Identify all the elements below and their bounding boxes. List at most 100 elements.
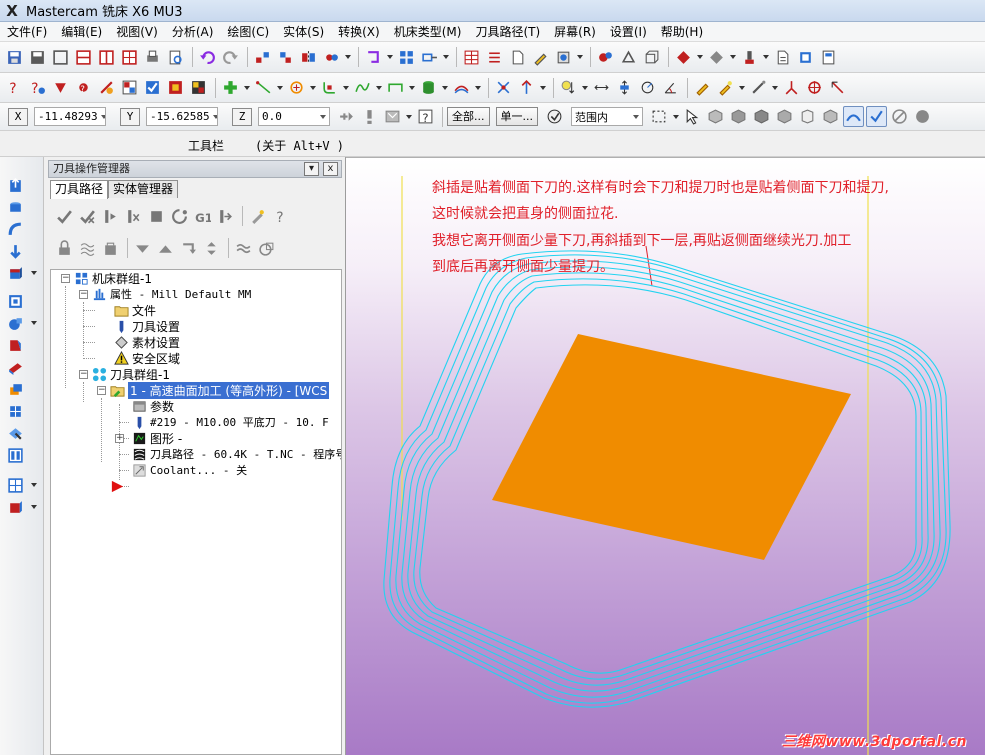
spline-dropdown[interactable] [375, 77, 382, 98]
create-point-icon[interactable] [220, 77, 241, 98]
tree-node-toolpath-group[interactable]: 刀具群组-1 [91, 366, 170, 382]
verify-icon[interactable] [169, 206, 189, 226]
chain-mode-icon[interactable] [843, 106, 864, 127]
light-dropdown[interactable] [581, 77, 588, 98]
select-method-dropdown[interactable] [672, 106, 679, 127]
layout-icon[interactable] [5, 445, 25, 465]
create-fillet-icon[interactable] [319, 77, 340, 98]
view-dropdown[interactable] [576, 47, 583, 68]
primitive-dropdown-arrow[interactable] [30, 269, 38, 277]
split-horizontal-icon[interactable] [73, 47, 94, 68]
boolean-add-icon[interactable] [5, 379, 25, 399]
save-icon[interactable] [4, 47, 25, 68]
rotate-icon[interactable] [275, 47, 296, 68]
tree-node-coolant[interactable]: Coolant... - 关 [131, 462, 247, 478]
dimension-radial-icon[interactable] [637, 77, 658, 98]
x-coord-label[interactable]: X [8, 107, 28, 126]
render-icon[interactable] [706, 47, 727, 68]
select-solid-icon[interactable] [774, 106, 795, 127]
post-icon[interactable] [795, 47, 816, 68]
save-as-icon[interactable] [27, 47, 48, 68]
solid-color-icon[interactable] [5, 497, 25, 517]
table-grid-icon[interactable] [461, 47, 482, 68]
break-icon[interactable] [516, 77, 537, 98]
menu-analyze[interactable]: 分析(A) [165, 22, 221, 42]
analyze-chain-icon[interactable] [50, 77, 71, 98]
fillet-solid-icon[interactable] [5, 313, 25, 333]
render-dropdown[interactable] [729, 47, 736, 68]
menu-create[interactable]: 绘图(C) [220, 22, 276, 42]
expand-toggle[interactable]: − [79, 370, 88, 379]
auto-cursor-dropdown[interactable] [405, 106, 412, 127]
list-lines-icon[interactable] [484, 47, 505, 68]
axis-icon[interactable] [781, 77, 802, 98]
select-body-icon[interactable] [751, 106, 772, 127]
select-feature-icon[interactable] [820, 106, 841, 127]
move-up-icon[interactable] [155, 238, 175, 258]
circle-dropdown[interactable] [309, 77, 316, 98]
pin-button[interactable]: ▾ [304, 162, 319, 176]
menu-settings[interactable]: 设置(I) [603, 22, 654, 42]
fillet-dropdown-arrow[interactable] [30, 319, 38, 327]
expand-toggle[interactable]: − [79, 290, 88, 299]
tree-node-stock-settings[interactable]: 素材设置 [113, 334, 180, 350]
window-select-icon[interactable] [649, 106, 670, 127]
tree-node-machine-group[interactable]: 机床群组-1 [73, 270, 152, 286]
select-face-icon[interactable] [728, 106, 749, 127]
origin-icon[interactable] [804, 77, 825, 98]
split-vertical-icon[interactable] [96, 47, 117, 68]
light-icon[interactable] [558, 77, 579, 98]
simulate-icon[interactable]: G1 [192, 206, 212, 226]
tree-node-safety-zone[interactable]: 安全区域 [113, 350, 180, 366]
tree-node-tool-settings[interactable]: 刀具设置 [113, 318, 180, 334]
menu-file[interactable]: 文件(F) [0, 22, 54, 42]
expand-toggle[interactable]: + [115, 434, 124, 443]
z-coord-label[interactable]: Z [232, 107, 252, 126]
toggle-display-icon[interactable] [77, 238, 97, 258]
grid-view-icon[interactable] [5, 475, 25, 495]
nc-file-icon[interactable] [772, 47, 793, 68]
tree-node-tool[interactable]: #219 - M10.00 平底刀 - 10. F [131, 414, 329, 430]
z-coord-input[interactable]: 0.0 [258, 107, 330, 126]
auto-cursor-icon[interactable] [382, 106, 403, 127]
create-spline-icon[interactable] [352, 77, 373, 98]
loft-down-icon[interactable] [5, 241, 25, 261]
arrow-select-icon[interactable] [827, 77, 848, 98]
tree-node-properties[interactable]: 属性 - Mill Default MM [91, 286, 251, 302]
xform-dropdown[interactable] [344, 47, 351, 68]
point-dropdown[interactable] [243, 77, 250, 98]
select-all-ops-icon[interactable] [54, 206, 74, 226]
print-icon[interactable] [142, 47, 163, 68]
close-button[interactable]: x [323, 162, 338, 176]
stock-model-icon[interactable] [256, 238, 276, 258]
wand-dropdown[interactable] [771, 77, 778, 98]
offset-icon[interactable] [321, 47, 342, 68]
tree-node-geometry[interactable]: 图形 - [131, 430, 182, 446]
fillet-dropdown[interactable] [342, 77, 349, 98]
post-selected-icon[interactable] [215, 206, 235, 226]
create-line-icon[interactable] [253, 77, 274, 98]
dimension-vertical-icon[interactable] [614, 77, 635, 98]
fast-point-icon[interactable] [336, 106, 357, 127]
shell-icon[interactable] [5, 291, 25, 311]
menu-edit[interactable]: 编辑(E) [54, 22, 109, 42]
tab-solids-manager[interactable]: 实体管理器 [108, 180, 179, 198]
solid-view-icon[interactable] [553, 47, 574, 68]
arrange-dropdown[interactable] [442, 47, 449, 68]
help-query-icon[interactable]: ? [4, 77, 25, 98]
extrude-up-icon[interactable] [5, 175, 25, 195]
tree-node-files[interactable]: 文件 [113, 302, 156, 318]
expand-toggle[interactable]: − [97, 386, 106, 395]
find-features-icon[interactable] [5, 423, 25, 443]
graphics-viewport[interactable]: 斜插是贴着侧面下刀的.这样有时会下刀和提刀时也是贴着侧面下刀和提刀, 这时候就会… [346, 157, 985, 755]
trim-solid-icon[interactable] [5, 357, 25, 377]
move-down-icon[interactable] [132, 238, 152, 258]
stop-icon[interactable] [889, 106, 910, 127]
analyze-db-icon[interactable] [188, 77, 209, 98]
menu-solids[interactable]: 实体(S) [276, 22, 331, 42]
analyze-entity-icon[interactable]: ? [27, 77, 48, 98]
analyze-area-icon[interactable] [119, 77, 140, 98]
dimension-horizontal-icon[interactable] [591, 77, 612, 98]
toolpath-filter-icon[interactable] [233, 238, 253, 258]
tree-node-operation[interactable]: 1 - 高速曲面加工 (等高外形) - [WCS [109, 381, 330, 399]
